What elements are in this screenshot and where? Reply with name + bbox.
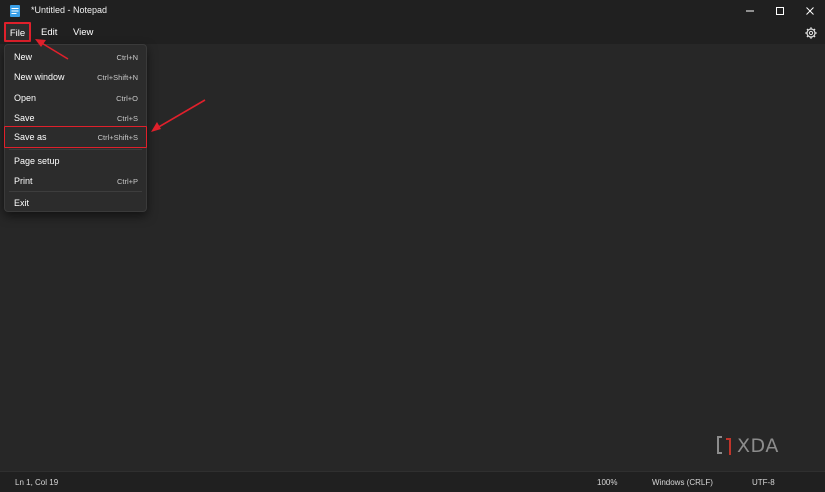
menu-item-shortcut: Ctrl+S (116, 114, 138, 123)
window-title: *Untitled - Notepad (31, 5, 108, 15)
minimize-icon (746, 10, 754, 12)
menu-item-new[interactable]: New Ctrl+N (5, 48, 146, 66)
menu-divider (9, 149, 142, 150)
zoom-level: 100% (597, 478, 618, 487)
menu-item-label: Page setup (14, 156, 60, 166)
maximize-icon (776, 7, 784, 15)
menu-item-label: Open (14, 93, 37, 103)
menu-item-label: Save as (14, 132, 47, 142)
close-icon (806, 7, 814, 15)
line-ending[interactable]: Windows (CRLF) (652, 477, 713, 488)
menu-item-save[interactable]: Save Ctrl+S (5, 109, 146, 127)
menu-divider (9, 191, 142, 192)
title-bar: *Untitled - Notepad (0, 0, 825, 22)
menu-item-open[interactable]: Open Ctrl+O (5, 89, 146, 107)
status-bar: Ln 1, Col 19 100% Windows (CRLF) UTF-8 (0, 471, 825, 492)
gear-icon[interactable] (805, 27, 817, 39)
menu-item-shortcut: Ctrl+P (116, 177, 138, 186)
maximize-button[interactable] (765, 0, 795, 22)
watermark-text: XDA (737, 435, 779, 457)
menu-edit[interactable]: Edit (37, 25, 61, 41)
minimize-button[interactable] (735, 0, 765, 22)
menu-item-shortcut: Ctrl+O (116, 94, 138, 103)
menu-file[interactable]: File (4, 22, 31, 42)
cursor-position: Ln 1, Col 19 (15, 478, 59, 487)
encoding[interactable]: UTF-8 (752, 477, 775, 488)
menu-item-label: Exit (14, 198, 30, 208)
menu-item-exit[interactable]: Exit (5, 194, 146, 212)
xda-watermark: XDA (716, 435, 796, 457)
menu-bar: File Edit View (0, 22, 825, 44)
menu-item-print[interactable]: Print Ctrl+P (5, 172, 146, 190)
menu-item-label: Save (14, 113, 35, 123)
xda-logo-icon (717, 436, 731, 455)
notepad-icon (10, 5, 20, 17)
menu-item-save-as[interactable]: Save as Ctrl+Shift+S (4, 126, 147, 148)
menu-item-label: New window (14, 72, 65, 82)
file-menu-dropdown: New Ctrl+N New window Ctrl+Shift+N Open … (4, 44, 147, 212)
menu-item-new-window[interactable]: New window Ctrl+Shift+N (5, 68, 146, 86)
menu-item-label: New (14, 52, 33, 62)
menu-item-shortcut: Ctrl+Shift+S (97, 133, 138, 142)
menu-item-label: Print (14, 176, 33, 186)
menu-item-shortcut: Ctrl+Shift+N (97, 73, 138, 82)
menu-view[interactable]: View (69, 25, 97, 41)
menu-item-shortcut: Ctrl+N (116, 53, 138, 62)
menu-item-page-setup[interactable]: Page setup (5, 152, 146, 170)
close-button[interactable] (795, 0, 825, 22)
